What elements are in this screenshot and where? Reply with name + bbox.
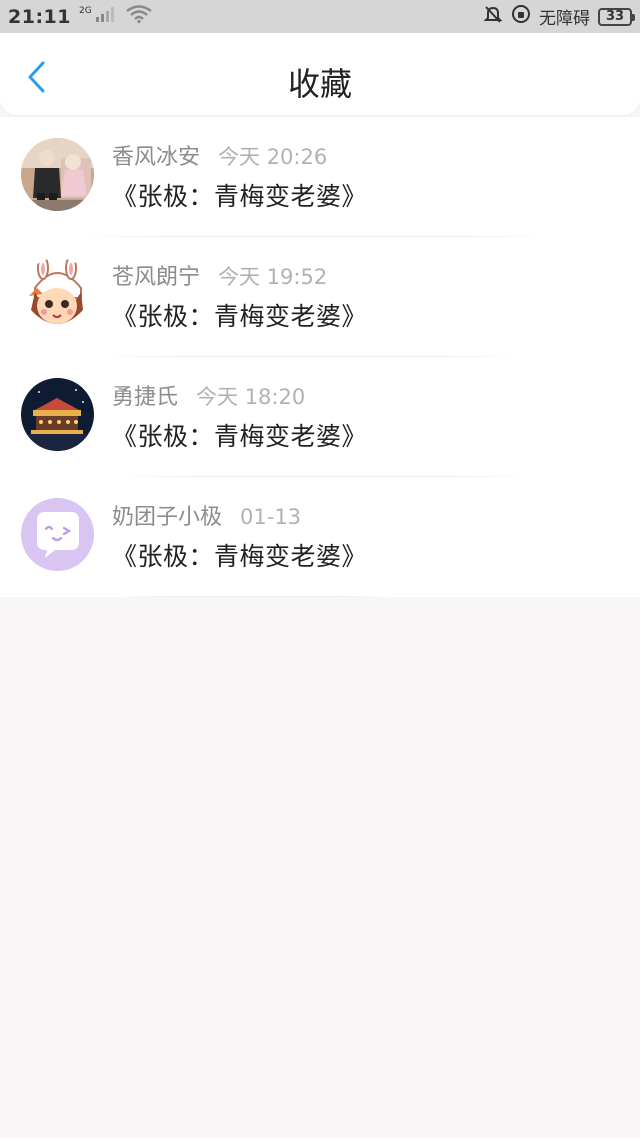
timestamp: 今天 20:26 [218, 145, 328, 169]
timestamp: 今天 18:20 [196, 385, 306, 409]
status-bar: 21:11 2G 无障碍 33 [0, 0, 640, 33]
battery-icon: 33 [598, 7, 635, 26]
list-item[interactable]: 勇捷氏 今天 18:20 《张极：青梅变老婆》 [0, 357, 640, 477]
username[interactable]: 香风冰安 [112, 139, 200, 171]
avatar[interactable] [21, 138, 94, 211]
username[interactable]: 苍风朗宁 [112, 259, 200, 291]
battery-level: 33 [605, 9, 625, 24]
favorites-list: 香风冰安 今天 20:26 《张极：青梅变老婆》 苍风朗宁 今天 19:52 《… [0, 117, 640, 597]
mute-bell-icon [483, 4, 503, 29]
header: 收藏 [0, 33, 640, 115]
item-content[interactable]: 《张极：青梅变老婆》 [112, 177, 367, 213]
status-right: 无障碍 33 [483, 4, 635, 29]
wifi-icon [125, 5, 152, 28]
list-item[interactable]: 奶团子小极 01-13 《张极：青梅变老婆》 [0, 477, 640, 597]
item-meta: 勇捷氏 今天 18:20 [112, 379, 305, 411]
username[interactable]: 勇捷氏 [112, 379, 178, 411]
avatar[interactable] [21, 378, 94, 451]
avatar[interactable] [21, 258, 94, 331]
status-left: 21:11 2G [8, 5, 152, 28]
item-meta: 奶团子小极 01-13 [112, 499, 301, 531]
item-meta: 香风冰安 今天 20:26 [112, 139, 327, 171]
accessibility-label: 无障碍 [539, 9, 590, 29]
status-time: 21:11 [8, 5, 71, 28]
list-item[interactable]: 苍风朗宁 今天 19:52 《张极：青梅变老婆》 [0, 237, 640, 357]
signal-icon [95, 6, 118, 27]
network-type: 2G [78, 5, 92, 16]
item-content[interactable]: 《张极：青梅变老婆》 [112, 297, 367, 333]
page-title: 收藏 [287, 65, 352, 103]
avatar[interactable] [21, 498, 94, 571]
item-content[interactable]: 《张极：青梅变老婆》 [112, 417, 367, 453]
timestamp: 今天 19:52 [218, 265, 328, 289]
timestamp: 01-13 [240, 505, 302, 529]
divider [120, 596, 390, 597]
item-content[interactable]: 《张极：青梅变老婆》 [112, 537, 367, 573]
username[interactable]: 奶团子小极 [112, 499, 222, 531]
item-meta: 苍风朗宁 今天 19:52 [112, 259, 327, 291]
alarm-icon [511, 4, 531, 29]
list-item[interactable]: 香风冰安 今天 20:26 《张极：青梅变老婆》 [0, 117, 640, 237]
